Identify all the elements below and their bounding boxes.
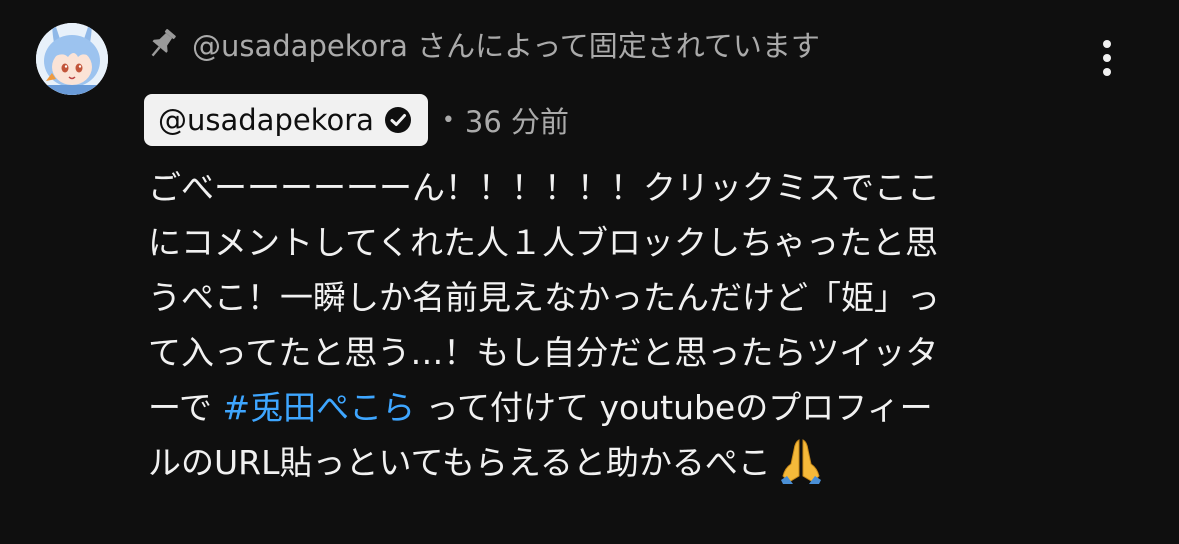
folded-hands-emoji-icon: [775, 436, 827, 484]
comment-text-segment: ルのURL貼っといてもらえると助かるぺこ: [148, 443, 771, 482]
author-avatar[interactable]: [36, 23, 108, 95]
usada-pekora-avatar-icon: [36, 23, 108, 95]
comment-text-segment: って付けて youtubeのプロフィー: [415, 388, 933, 427]
comment-line: うぺこ！一瞬しか名前見えなかったんだけど「姫」っ: [148, 278, 940, 317]
comment-line: にコメントしてくれた人１人ブロックしちゃったと思: [148, 223, 939, 262]
more-vertical-icon: [1103, 40, 1111, 48]
more-vertical-icon-dot: [1103, 68, 1111, 76]
pin-icon: [146, 27, 178, 61]
author-name: @usadapekora: [158, 103, 374, 137]
verified-checkmark-icon: [384, 106, 412, 134]
hashtag-link[interactable]: #兎田ぺこら: [223, 388, 416, 427]
comment-timestamp[interactable]: 36 分前: [465, 99, 569, 141]
author-name-chip[interactable]: @usadapekora: [144, 94, 428, 146]
more-actions-button[interactable]: [1090, 36, 1124, 80]
comment-text-segment: ーで: [148, 388, 223, 427]
pinned-comment: @usadapekora さんによって固定されています @usadapekora…: [0, 0, 1179, 544]
more-vertical-icon-dot: [1103, 54, 1111, 62]
pinned-indicator: @usadapekora さんによって固定されています: [146, 22, 820, 66]
comment-line: ルのURL貼っといてもらえると助かるぺこ: [148, 435, 1098, 490]
comment-line: ーで #兎田ぺこら って付けて youtubeのプロフィー: [148, 380, 1098, 435]
comment-header: @usadapekora • 36 分前: [144, 94, 569, 146]
comment-body: ごべーーーーーーん！！！！！！クリックミスでここ にコメントしてくれた人１人ブロ…: [148, 160, 1098, 490]
comment-line: ごべーーーーーーん！！！！！！クリックミスでここ: [148, 168, 940, 207]
separator-dot: •: [441, 107, 455, 133]
comment-line: て入ってたと思う…！もし自分だと思ったらツイッタ: [148, 333, 939, 372]
pinned-label: @usadapekora さんによって固定されています: [192, 29, 820, 63]
